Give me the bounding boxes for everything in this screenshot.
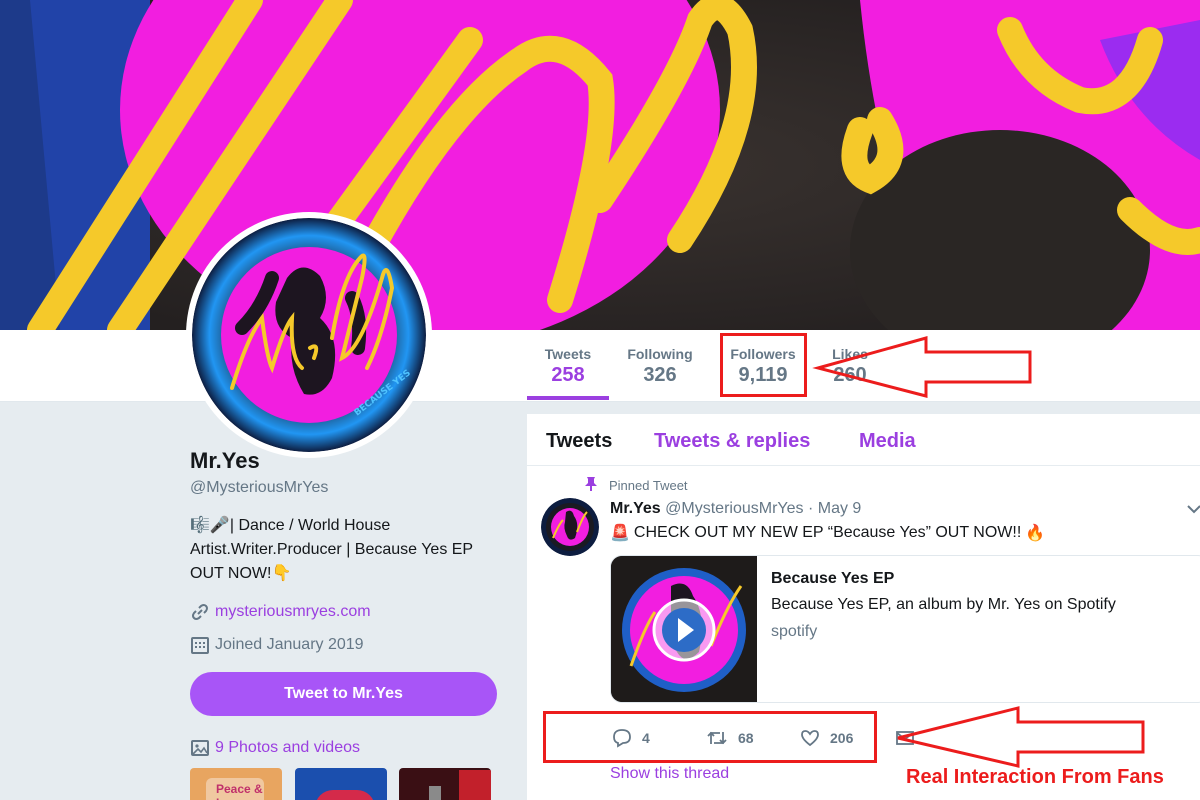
direct-message-button[interactable] — [895, 728, 915, 748]
link-preview-card[interactable]: Because Yes EP Because Yes EP, an album … — [610, 555, 1200, 703]
tweet-author-handle[interactable]: @MysteriousMrYes — [665, 500, 803, 517]
link-icon — [192, 604, 208, 620]
card-thumbnail — [611, 556, 757, 702]
profile-bio: 🎼🎤| Dance / World House Artist.Writer.Pr… — [190, 514, 490, 586]
interactions-highlight-box — [543, 711, 877, 763]
profile-handle[interactable]: @MysteriousMrYes — [190, 479, 328, 497]
stat-likes-value: 260 — [833, 364, 867, 386]
card-domain: spotify — [771, 623, 818, 640]
stat-likes-label: Likes — [832, 346, 868, 362]
tab-tweets-replies[interactable]: Tweets & replies — [654, 430, 810, 453]
stat-tweets-label: Tweets — [544, 346, 592, 362]
tweet-header: Mr.Yes @MysteriousMrYes · May 9 — [610, 500, 861, 518]
bio-line-3: OUT NOW!👇 — [190, 562, 490, 586]
tweet-author-name[interactable]: Mr.Yes — [610, 500, 661, 517]
profile-website-row: mysteriousmryes.com — [190, 602, 371, 622]
profile-joined-date: Joined January 2019 — [215, 636, 364, 653]
thumb-text: Peace & Love — [216, 782, 263, 800]
fire-icon: 🔥 — [1025, 525, 1046, 542]
photo-thumbnail[interactable] — [295, 768, 387, 800]
profile-stats-bar: Tweets 258 Following 326 Followers 9,119… — [0, 330, 1200, 402]
stat-likes[interactable]: Likes 260 — [825, 330, 875, 402]
envelope-icon — [896, 731, 914, 745]
profile-avatar[interactable]: BECAUSE YES — [186, 212, 432, 458]
profile-name: Mr.Yes — [190, 448, 260, 473]
bio-text-3: OUT NOW! — [190, 565, 272, 582]
tweet-text: 🚨 CHECK OUT MY NEW EP “Because Yes” OUT … — [610, 523, 1045, 543]
photo-thumbnail[interactable] — [399, 768, 491, 800]
banner-artwork — [0, 0, 1200, 330]
bio-line-1: 🎼🎤| Dance / World House — [190, 514, 490, 538]
pointing-down-icon: 👇 — [271, 565, 292, 582]
card-title: Because Yes EP — [771, 570, 895, 587]
photos-videos-label: 9 Photos and videos — [215, 739, 360, 756]
stat-following[interactable]: Following 326 — [620, 330, 700, 402]
stat-tweets[interactable]: Tweets 258 — [527, 330, 609, 400]
profile-joined-row: Joined January 2019 — [190, 635, 364, 655]
tweet-text-body: CHECK OUT MY NEW EP “Because Yes” OUT NO… — [633, 524, 1022, 541]
chevron-down-icon[interactable] — [1187, 504, 1200, 514]
bio-text-1: | Dance / World House — [229, 517, 391, 534]
tab-tweets[interactable]: Tweets — [546, 430, 612, 453]
stat-tweets-value: 258 — [551, 364, 585, 386]
siren-icon: 🚨 — [610, 525, 630, 542]
pinned-tweet-label: Pinned Tweet — [609, 478, 688, 493]
tweet-author-avatar[interactable] — [541, 498, 599, 556]
stat-following-value: 326 — [643, 364, 677, 386]
bio-line-2: Artist.Writer.Producer | Because Yes EP — [190, 541, 474, 558]
image-icon — [191, 740, 209, 756]
followers-highlight-box — [720, 333, 807, 397]
annotation-label: Real Interaction From Fans — [906, 766, 1164, 788]
show-thread-link[interactable]: Show this thread — [610, 765, 729, 783]
profile-website-link[interactable]: mysteriousmryes.com — [215, 603, 371, 621]
avatar-logo: BECAUSE YES — [192, 218, 426, 452]
tab-media[interactable]: Media — [859, 430, 916, 453]
stat-following-label: Following — [627, 346, 693, 362]
timeline-tabs: Tweets Tweets & replies Media — [527, 414, 1200, 466]
music-score-icon: 🎼 — [190, 517, 210, 534]
pin-icon — [585, 477, 597, 491]
photos-videos-link[interactable]: 9 Photos and videos — [190, 738, 360, 758]
photo-thumbnail[interactable]: Peace & Love — [190, 768, 282, 800]
profile-banner — [0, 0, 1200, 330]
tweet-date[interactable]: · May 9 — [808, 500, 861, 517]
microphone-icon: 🎤 — [209, 517, 230, 534]
card-description: Because Yes EP, an album by Mr. Yes on S… — [771, 596, 1116, 613]
tweet-to-button[interactable]: Tweet to Mr.Yes — [190, 672, 497, 716]
calendar-icon — [191, 637, 209, 654]
